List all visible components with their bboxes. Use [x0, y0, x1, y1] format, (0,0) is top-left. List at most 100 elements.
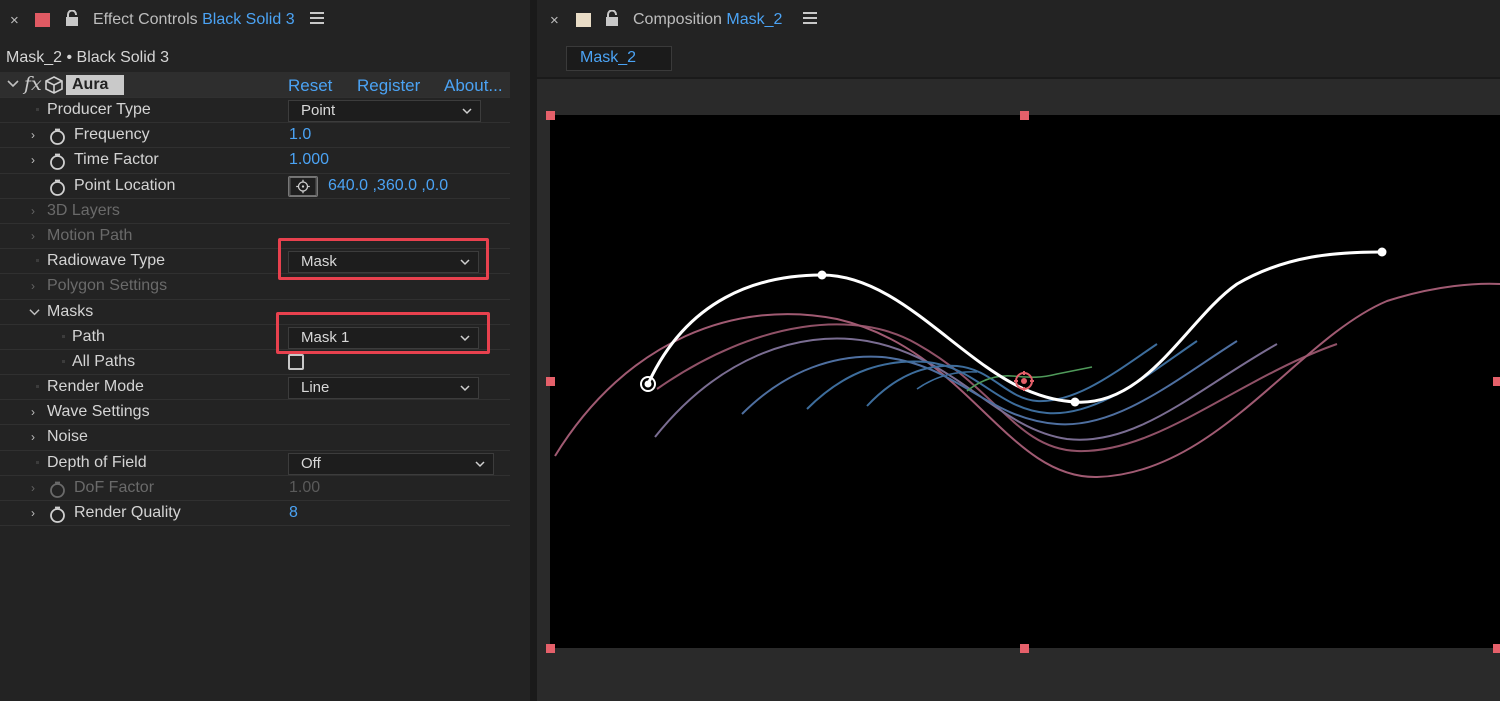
effect-header-aura[interactable]: fx Aura Reset Register About... — [0, 72, 510, 98]
effect-controls-header: × Effect Controls Black Solid 3 — [0, 0, 530, 42]
row-leader-dot — [36, 108, 39, 111]
radiowave-type-label: Radiowave Type — [47, 252, 165, 270]
fx-toggle-icon[interactable]: fx — [24, 73, 42, 95]
close-panel-button[interactable]: × — [10, 12, 19, 29]
panel-title-comp[interactable]: Mask_2 — [726, 11, 782, 28]
label-color-swatch[interactable] — [35, 13, 50, 27]
noise-label: Noise — [47, 428, 88, 446]
producer-type-value: Point — [301, 102, 336, 119]
twirl-right-icon[interactable]: › — [31, 229, 35, 243]
chevron-down-icon — [462, 108, 472, 115]
composition-panel: × Composition Mask_2 Mask_2 — [537, 0, 1500, 701]
panel-title-layer[interactable]: Black Solid 3 — [202, 11, 295, 28]
row-leader-dot — [62, 359, 65, 363]
about-link[interactable]: About... — [444, 76, 503, 96]
producer-type-label: Producer Type — [47, 101, 151, 118]
wave-settings-label: Wave Settings — [47, 403, 150, 421]
all-paths-checkbox[interactable] — [288, 353, 304, 370]
param-row-frequency: › Frequency 1.0 — [0, 123, 510, 149]
chevron-down-icon — [475, 461, 485, 467]
reset-link[interactable]: Reset — [288, 76, 332, 96]
path-label: Path — [72, 327, 105, 345]
frequency-value[interactable]: 1.0 — [289, 126, 311, 144]
render-mode-dropdown[interactable]: Line — [288, 377, 479, 400]
masks-label: Masks — [47, 302, 94, 320]
crosshair-target-icon[interactable] — [288, 175, 318, 197]
handle-top-center[interactable] — [1020, 111, 1029, 120]
effect-parameter-list: fx Aura Reset Register About... Producer… — [0, 72, 510, 527]
twirl-right-icon[interactable]: › — [31, 128, 35, 142]
time-factor-value[interactable]: 1.000 — [289, 151, 329, 169]
all-paths-label: All Paths — [72, 352, 136, 370]
render-quality-value[interactable]: 8 — [289, 504, 298, 522]
panel-menu-icon[interactable] — [803, 12, 817, 24]
point-location-value[interactable]: 640.0 ,360.0 ,0.0 — [328, 177, 448, 195]
param-row-depth-of-field: Depth of Field Off — [0, 451, 510, 476]
chevron-down-icon — [460, 385, 470, 392]
param-row-wave-settings: › Wave Settings — [0, 400, 510, 426]
twirl-right-icon[interactable]: › — [31, 153, 35, 167]
composition-canvas[interactable] — [537, 79, 1500, 701]
render-quality-label: Render Quality — [74, 504, 181, 521]
handle-middle-right[interactable] — [1493, 377, 1500, 386]
stopwatch-icon[interactable] — [49, 179, 66, 196]
twirl-right-icon[interactable]: › — [31, 481, 35, 495]
mask-vertex[interactable] — [1070, 397, 1080, 407]
param-row-render-mode: Render Mode Line — [0, 375, 510, 401]
stopwatch-icon[interactable] — [49, 128, 66, 146]
handle-top-left[interactable] — [546, 111, 555, 120]
handle-bottom-center[interactable] — [1020, 644, 1029, 653]
depth-of-field-dropdown[interactable]: Off — [288, 452, 494, 475]
frequency-label: Frequency — [74, 126, 150, 144]
close-panel-button[interactable]: × — [550, 12, 559, 29]
param-row-noise: › Noise — [0, 425, 510, 451]
composition-viewer[interactable] — [537, 79, 1500, 701]
motion-path-label: Motion Path — [47, 226, 133, 244]
twirl-right-icon[interactable]: › — [31, 279, 35, 293]
register-link[interactable]: Register — [357, 76, 420, 96]
handle-middle-left[interactable] — [546, 377, 555, 386]
effect-name[interactable]: Aura — [66, 75, 124, 95]
composition-title: Composition Mask_2 — [633, 11, 782, 29]
twirl-right-icon[interactable]: › — [31, 430, 35, 444]
path-highlight — [276, 312, 490, 354]
lock-icon[interactable] — [605, 10, 619, 26]
cube-icon — [45, 76, 63, 94]
tab-mask-2[interactable]: Mask_2 — [566, 46, 672, 71]
row-leader-dot — [62, 334, 65, 338]
param-row-point-location: Point Location 640.0 ,360.0 ,0.0 — [0, 174, 510, 199]
depth-of-field-value: Off — [301, 454, 321, 472]
panel-splitter[interactable] — [530, 0, 537, 701]
time-factor-label: Time Factor — [74, 151, 159, 169]
mask-vertex[interactable] — [1377, 247, 1387, 257]
param-row-render-quality: › Render Quality 8 — [0, 501, 510, 527]
point-location-label: Point Location — [74, 176, 176, 194]
render-mode-label: Render Mode — [47, 378, 144, 396]
panel-title-prefix: Effect Controls — [93, 11, 198, 28]
dof-factor-label: DoF Factor — [74, 478, 155, 496]
mask-vertex[interactable] — [817, 270, 827, 280]
handle-bottom-left[interactable] — [546, 644, 555, 653]
twirl-down-icon[interactable] — [7, 78, 19, 90]
effect-controls-panel: × Effect Controls Black Solid 3 Mask_2 •… — [0, 0, 530, 701]
row-leader-dot — [36, 259, 39, 263]
twirl-right-icon[interactable]: › — [31, 405, 35, 419]
3d-layers-label: 3D Layers — [47, 201, 120, 219]
panel-menu-icon[interactable] — [310, 12, 324, 24]
label-color-swatch[interactable] — [576, 13, 591, 27]
twirl-down-icon[interactable] — [29, 307, 40, 318]
polygon-settings-label: Polygon Settings — [47, 277, 168, 295]
dof-factor-value: 1.00 — [289, 478, 321, 496]
stopwatch-icon[interactable] — [49, 153, 66, 171]
producer-type-dropdown[interactable]: Point — [288, 100, 481, 122]
effect-controls-title: Effect Controls Black Solid 3 — [93, 11, 295, 29]
twirl-right-icon[interactable]: › — [31, 204, 35, 218]
panel-title-prefix: Composition — [633, 11, 722, 28]
twirl-right-icon[interactable]: › — [31, 506, 35, 520]
depth-of-field-label: Depth of Field — [47, 453, 147, 471]
handle-bottom-right[interactable] — [1493, 644, 1500, 653]
row-leader-dot — [36, 385, 39, 389]
lock-icon[interactable] — [65, 10, 79, 26]
param-row-producer-type: Producer Type Point — [0, 98, 510, 124]
stopwatch-icon[interactable] — [49, 506, 66, 523]
